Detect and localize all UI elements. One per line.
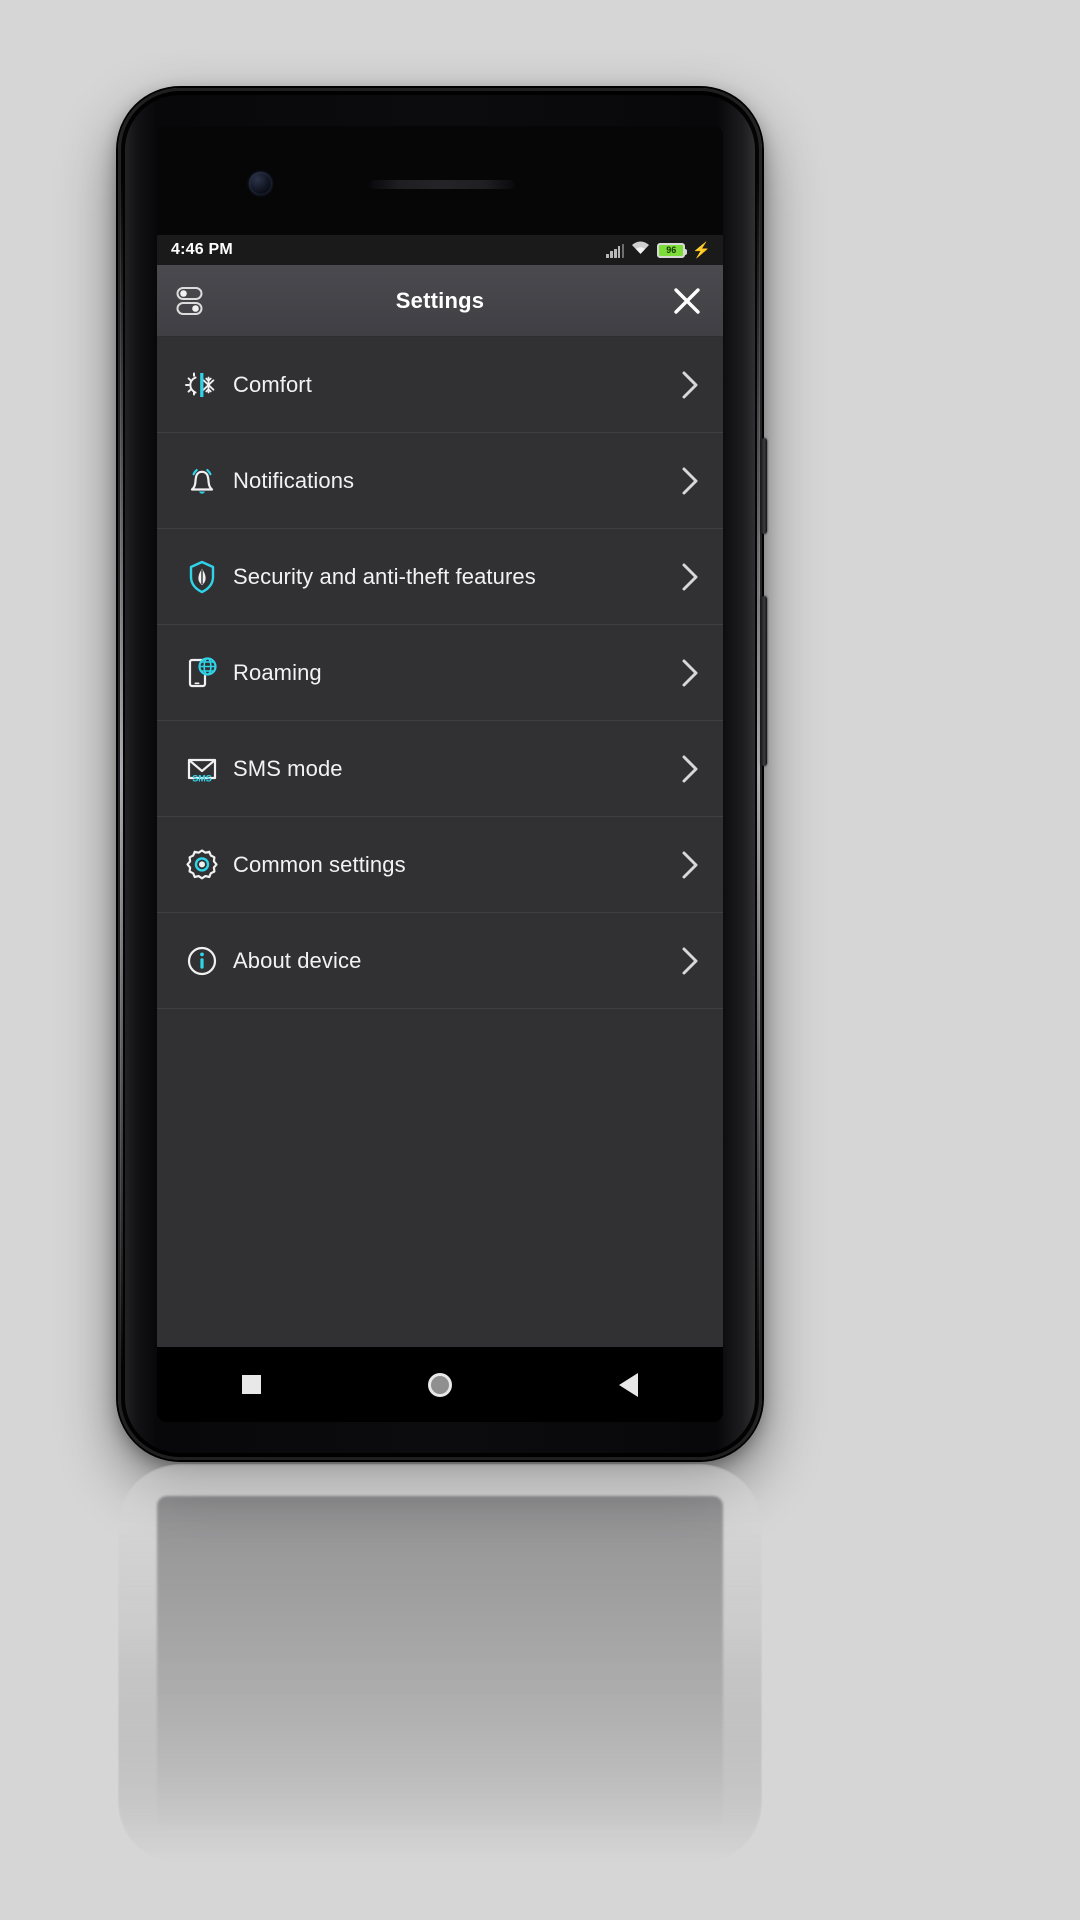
- envelope-sms-icon: SMS: [175, 745, 229, 793]
- top-bezel: [157, 126, 723, 235]
- toggles-icon[interactable]: [157, 286, 229, 316]
- settings-list: Comfort Notifications Security and anti-…: [157, 337, 723, 1347]
- phone-screen: 4:46 PM 96 ⚡ Settings Comfort Notificati…: [157, 126, 723, 1422]
- status-icons: 96 ⚡: [606, 240, 711, 260]
- phone-device: 4:46 PM 96 ⚡ Settings Comfort Notificati…: [118, 88, 767, 1460]
- android-nav-bar: [157, 1347, 723, 1422]
- list-item-roaming[interactable]: Roaming: [157, 625, 723, 721]
- chevron-right-icon: [673, 849, 707, 881]
- wifi-icon: [631, 240, 650, 260]
- list-item-label: Common settings: [233, 851, 406, 877]
- battery-icon: 96: [657, 242, 688, 258]
- phone-globe-icon: [175, 649, 229, 697]
- signal-bars-icon: [606, 243, 625, 258]
- sun-snowflake-icon: [175, 361, 229, 409]
- list-item-label: Security and anti-theft features: [233, 563, 536, 589]
- list-item-label: About device: [233, 947, 362, 973]
- home-circle-icon[interactable]: [385, 1347, 495, 1422]
- list-item-common-settings[interactable]: Common settings: [157, 817, 723, 913]
- phone-reflection: [118, 1464, 762, 1864]
- list-item-label: Comfort: [233, 371, 312, 397]
- power-button[interactable]: [761, 596, 767, 766]
- close-x-icon[interactable]: [651, 285, 723, 317]
- info-circle-icon: [175, 937, 229, 985]
- shield-icon: [175, 553, 229, 601]
- list-empty-area: [157, 1009, 723, 1347]
- sms-badge-text: SMS: [192, 773, 212, 783]
- list-item-about-device[interactable]: About device: [157, 913, 723, 1009]
- back-triangle-icon[interactable]: [574, 1347, 684, 1422]
- chevron-right-icon: [673, 561, 707, 593]
- phone-edge-highlight-right: [757, 178, 760, 1370]
- chevron-right-icon: [673, 465, 707, 497]
- front-camera-icon: [249, 172, 272, 195]
- chevron-right-icon: [673, 945, 707, 977]
- gear-icon: [175, 841, 229, 889]
- battery-level: 96: [666, 244, 677, 255]
- app-header: Settings: [157, 265, 723, 337]
- list-item-security[interactable]: Security and anti-theft features: [157, 529, 723, 625]
- recents-square-icon[interactable]: [196, 1347, 306, 1422]
- list-item-notifications[interactable]: Notifications: [157, 433, 723, 529]
- status-bar: 4:46 PM 96 ⚡: [157, 235, 723, 265]
- list-item-label: SMS mode: [233, 755, 343, 781]
- page-title: Settings: [395, 287, 485, 313]
- list-item-label: Roaming: [233, 659, 322, 685]
- list-item-comfort[interactable]: Comfort: [157, 337, 723, 433]
- volume-button[interactable]: [761, 438, 767, 534]
- status-time: 4:46 PM: [171, 241, 233, 258]
- charging-bolt-icon: ⚡: [692, 241, 711, 259]
- phone-edge-highlight-left: [120, 178, 123, 1370]
- chevron-right-icon: [673, 369, 707, 401]
- chevron-right-icon: [673, 753, 707, 785]
- earpiece-speaker-icon: [370, 180, 515, 189]
- list-item-sms-mode[interactable]: SMS SMS mode: [157, 721, 723, 817]
- chevron-right-icon: [673, 657, 707, 689]
- list-item-label: Notifications: [233, 467, 355, 493]
- bell-icon: [175, 457, 229, 505]
